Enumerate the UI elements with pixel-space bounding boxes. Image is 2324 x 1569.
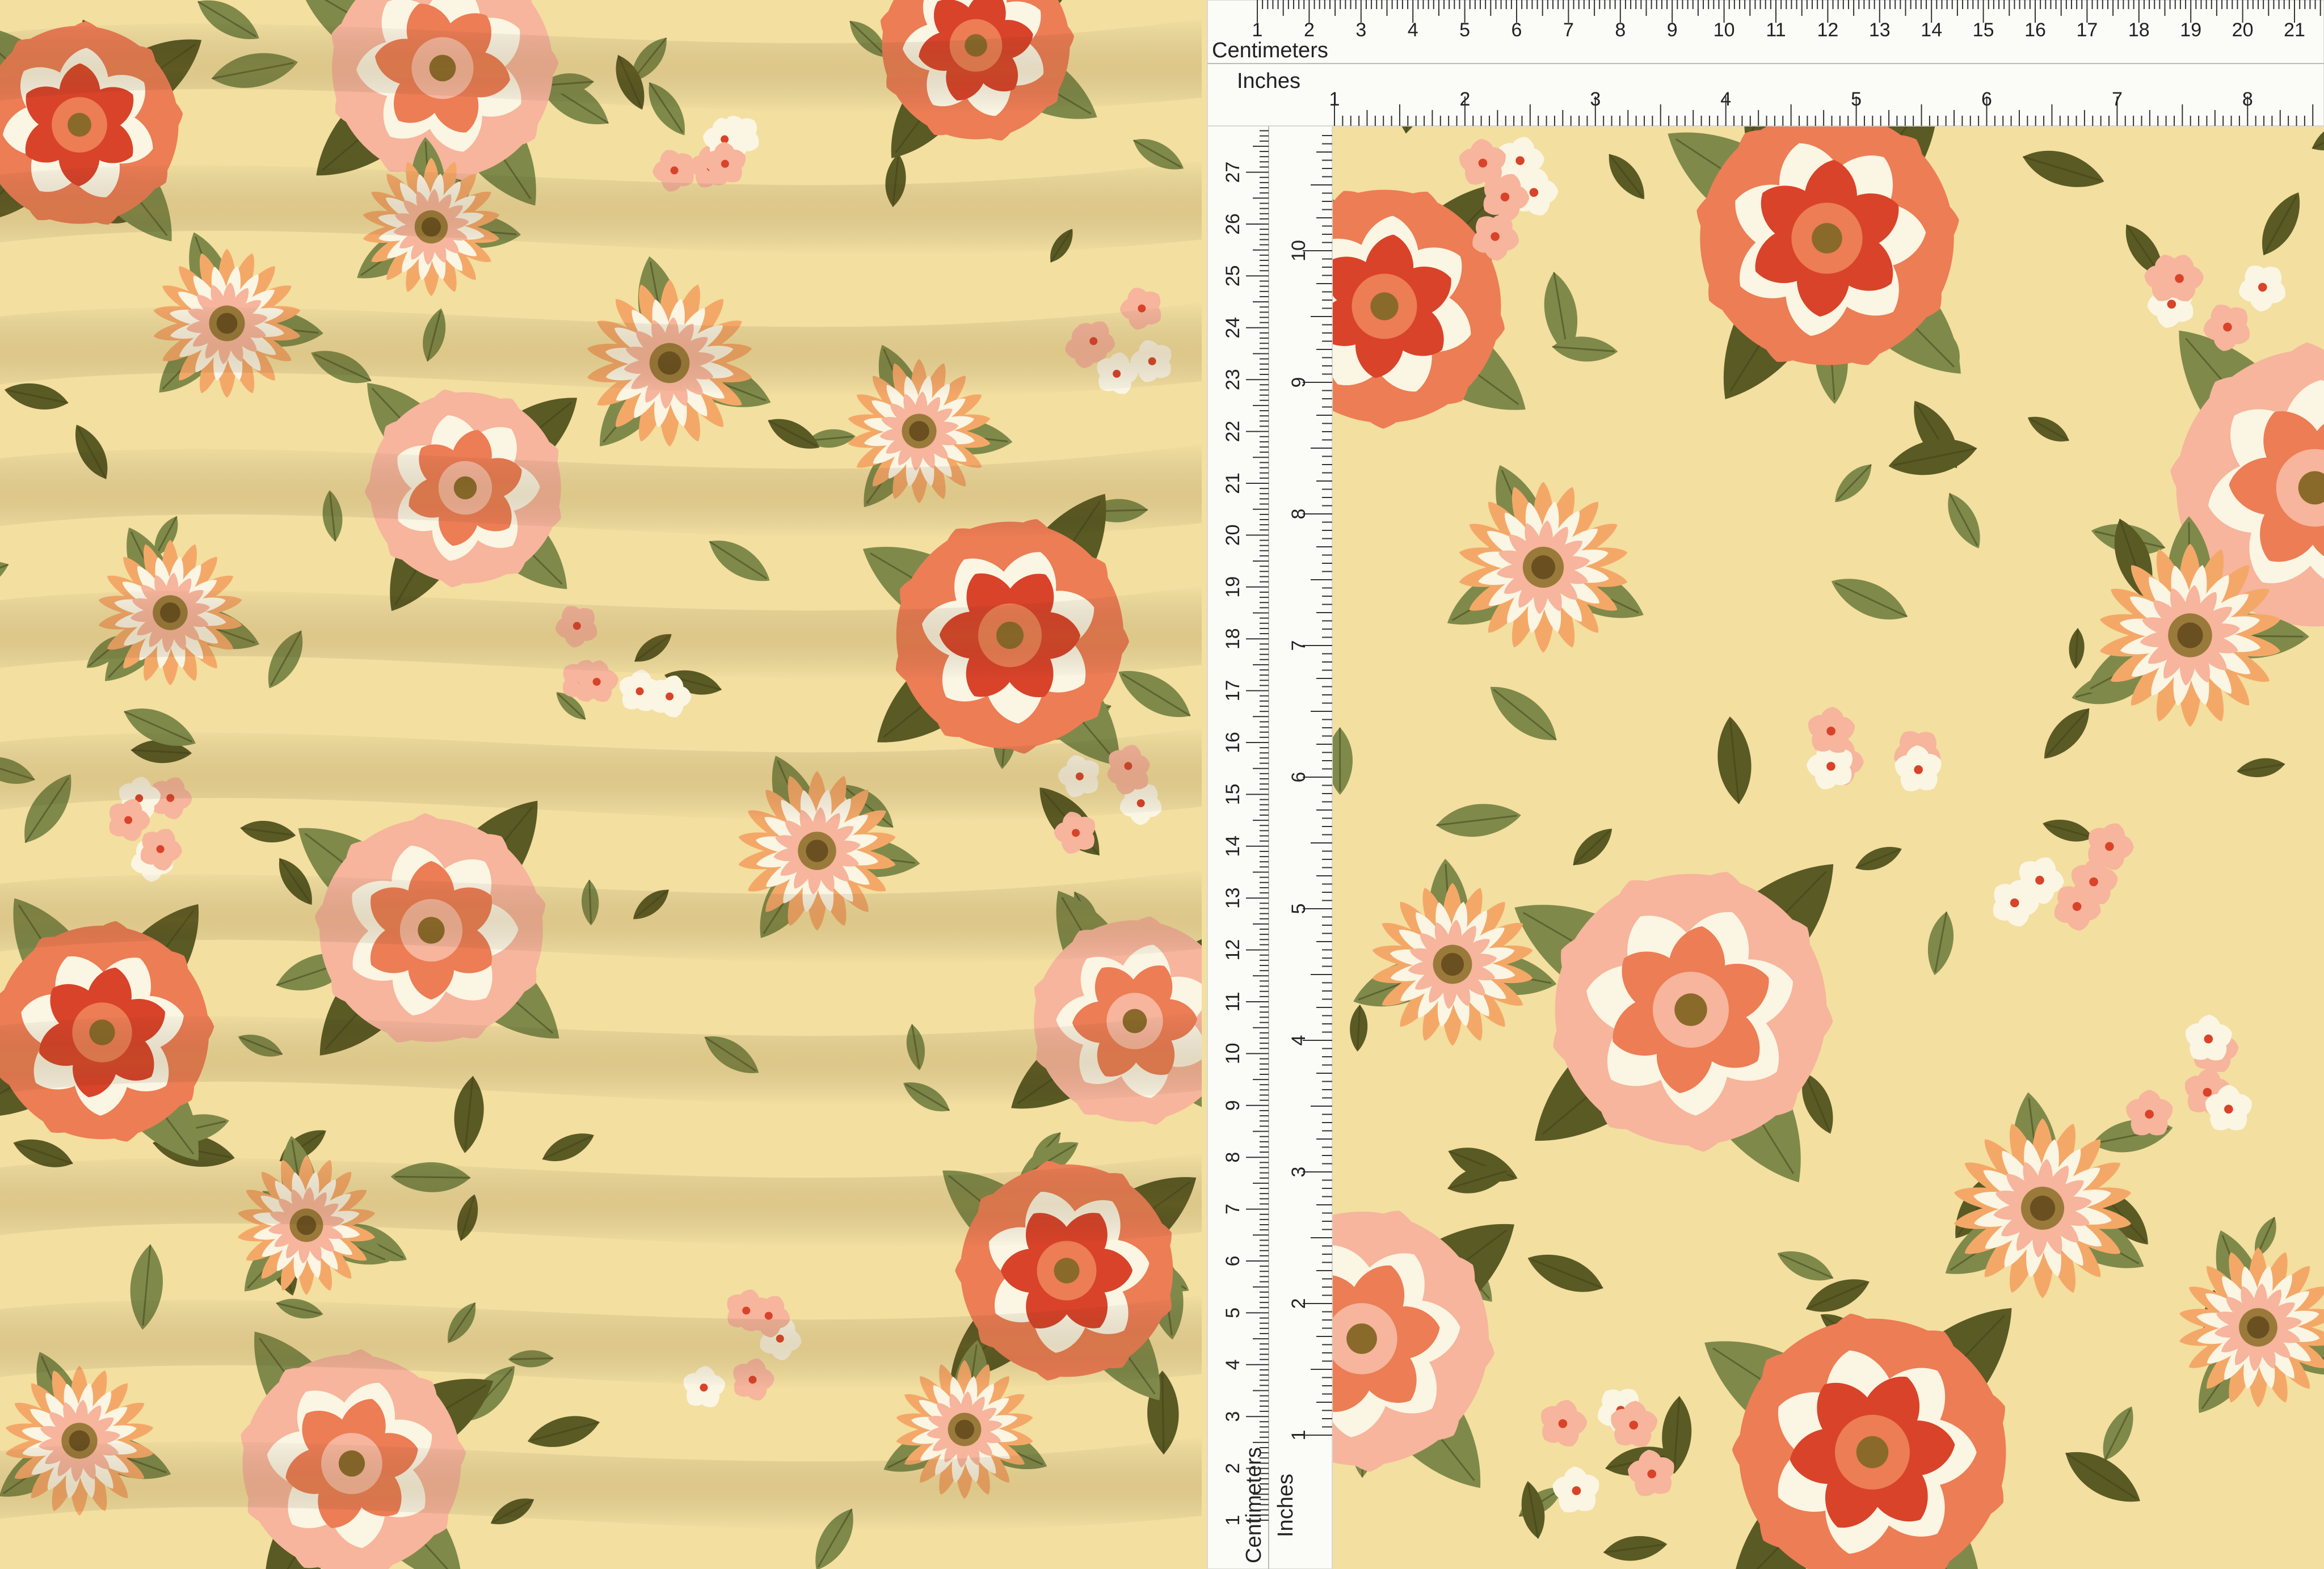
cm-tick-label: 14	[1921, 19, 1942, 41]
cm-tick-label: 19	[1222, 576, 1244, 598]
cm-tick-label: 4	[1222, 1359, 1244, 1370]
inches-label: Inches	[1237, 69, 1300, 93]
cm-tick-label: 5	[1459, 19, 1470, 41]
horizontal-ruler: Centimeters Inches 1 2 3 4 5 6 7 8 9 10 11 12 13 14 15…	[1207, 0, 2324, 126]
floral-fabric-print: Centimeters Inches 1 2 3 4 5 6 7 8 9 10 11 12 13 14 15…	[0, 0, 2324, 1569]
fabric-swatch-photo: Centimeters Inches 1 2 3 4 5 6 7 8 9 10 11 12 13 14 15…	[0, 0, 2324, 1569]
cm-tick-label: 13	[1869, 19, 1891, 41]
cm-tick-label: 12	[1222, 939, 1244, 961]
cm-tick-label: 22	[1222, 421, 1244, 442]
inch-tick-label: 1	[1329, 88, 1340, 110]
cm-tick-label: 18	[1222, 628, 1244, 649]
inch-tick-label: 8	[2242, 88, 2253, 110]
inch-tick-label: 5	[1851, 88, 1862, 110]
inch-tick-label: 5	[1288, 904, 1310, 914]
inch-tick-label: 7	[1288, 640, 1310, 651]
inch-tick-label: 4	[1288, 1035, 1310, 1046]
cm-tick-label: 3	[1222, 1411, 1244, 1422]
inch-tick-label: 6	[1981, 88, 1992, 110]
cm-tick-label: 18	[2128, 19, 2150, 41]
cm-tick-label: 23	[1222, 369, 1244, 390]
cm-tick-label: 21	[1222, 473, 1244, 494]
cm-tick-label: 21	[2284, 19, 2305, 41]
cm-tick-label: 8	[1615, 19, 1626, 41]
cm-tick-label: 14	[1222, 836, 1244, 857]
inch-tick-label: 6	[1288, 772, 1310, 783]
cm-tick-label: 7	[1563, 19, 1574, 41]
cm-tick-label: 2	[1304, 19, 1315, 41]
inch-tick-label: 7	[2112, 88, 2123, 110]
cm-tick-label: 20	[1222, 524, 1244, 546]
cm-tick-label: 6	[1222, 1256, 1244, 1267]
cm-tick-label: 17	[2076, 19, 2098, 41]
cm-tick-label: 20	[2232, 19, 2254, 41]
cm-tick-label: 7	[1222, 1204, 1244, 1214]
cm-tick-label: 9	[1667, 19, 1678, 41]
cm-tick-label: 1	[1252, 19, 1263, 41]
inch-tick-label: 9	[1288, 377, 1310, 388]
cm-tick-label: 4	[1408, 19, 1418, 41]
cm-tick-label: 10	[1222, 1043, 1244, 1064]
inch-tick-label: 2	[1288, 1298, 1310, 1309]
inch-tick-label: 8	[1288, 509, 1310, 520]
cm-tick-label: 15	[1973, 19, 1994, 41]
inch-tick-label: 3	[1590, 88, 1601, 110]
inch-tick-label: 3	[1288, 1167, 1310, 1178]
cm-tick-label: 17	[1222, 680, 1244, 702]
cm-tick-label: 9	[1222, 1100, 1244, 1111]
cm-tick-label: 27	[1222, 162, 1244, 183]
cm-tick-label: 25	[1222, 265, 1244, 286]
cm-tick-label: 26	[1222, 213, 1244, 235]
inches-label-vertical: Inches	[1274, 1474, 1298, 1537]
cm-tick-label: 10	[1713, 19, 1735, 41]
inch-tick-label: 4	[1720, 88, 1731, 110]
inch-tick-label: 10	[1288, 240, 1310, 262]
cm-tick-label: 8	[1222, 1152, 1244, 1163]
cm-tick-label: 13	[1222, 887, 1244, 909]
cm-tick-label: 5	[1222, 1308, 1244, 1318]
vertical-ruler: Centimeters Inches 123456789101112131415…	[1207, 125, 1333, 1569]
cm-tick-label: 15	[1222, 783, 1244, 805]
cm-tick-label: 16	[1222, 732, 1244, 753]
inch-tick-label: 2	[1459, 88, 1470, 110]
centimeters-label: Centimeters	[1212, 39, 1328, 62]
cm-tick-label: 3	[1355, 19, 1366, 41]
cm-tick-label: 11	[1222, 992, 1244, 1011]
cm-tick-label: 6	[1512, 19, 1522, 41]
cm-tick-label: 24	[1222, 317, 1244, 339]
cm-tick-label: 19	[2180, 19, 2201, 41]
inch-tick-label: 1	[1288, 1430, 1310, 1441]
cm-tick-label: 16	[2024, 19, 2046, 41]
cm-tick-label: 11	[1766, 19, 1786, 41]
cm-tick-label: 12	[1817, 19, 1838, 41]
cm-tick-label: 2	[1222, 1463, 1244, 1474]
cm-tick-label: 1	[1222, 1515, 1244, 1526]
